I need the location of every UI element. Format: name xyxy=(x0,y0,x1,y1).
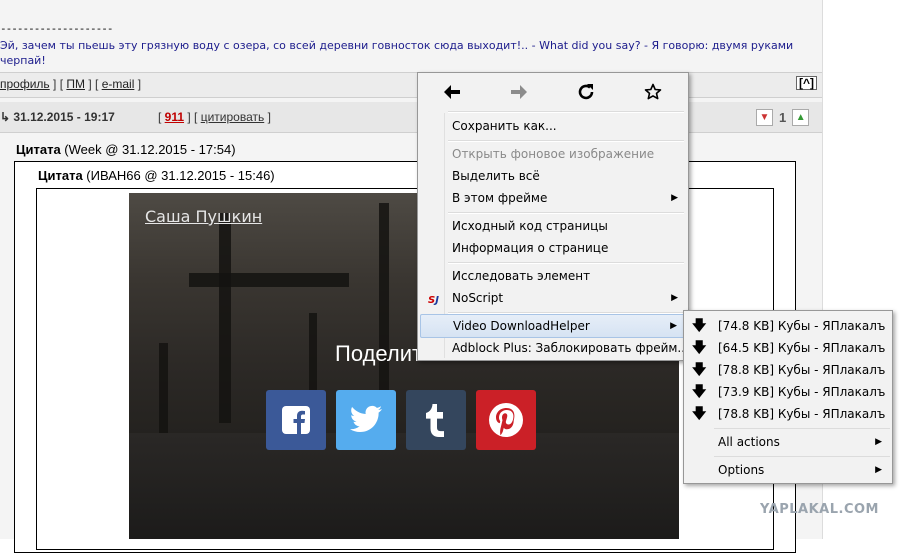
submenu-arrow-icon: ▶ xyxy=(875,437,882,447)
signature-separator: -------------------- xyxy=(0,22,113,35)
pinterest-share-button[interactable] xyxy=(476,390,536,450)
menu-item-noscript[interactable]: SJ NoScript ▶ xyxy=(420,287,686,309)
post-header: ↳ 31.12.2015 - 19:17 [ 911 ] [ цитироват… xyxy=(0,102,822,133)
user-links: профиль ] [ ПМ ] [ e-mail ] xyxy=(0,77,142,91)
post-number-link[interactable]: 911 xyxy=(165,110,184,124)
download-item[interactable]: 🡇 [64.5 KB] Кубы - ЯПлакалъ xyxy=(686,337,890,359)
menu-item-video-downloadhelper[interactable]: Video DownloadHelper ▶ xyxy=(420,314,686,338)
menu-item-options[interactable]: Options ▶ xyxy=(686,459,890,481)
download-arrow-icon: 🡇 xyxy=(692,340,707,356)
reload-button[interactable] xyxy=(552,73,619,111)
post-rating: ▼ 1 ▲ xyxy=(756,109,810,126)
pinterest-icon xyxy=(489,403,523,437)
twitter-icon xyxy=(350,405,382,432)
menu-item-open-bg-image: Открыть фоновое изображение xyxy=(452,147,655,161)
menu-item-view-source[interactable]: Исходный код страницы xyxy=(420,215,686,237)
rating-count: 1 xyxy=(779,110,787,125)
video-author-link[interactable]: Саша Пушкин xyxy=(145,207,262,226)
thumb-up-icon[interactable]: ▲ xyxy=(792,109,810,126)
quote-link[interactable]: цитировать xyxy=(201,110,265,124)
noscript-icon: SJ xyxy=(428,295,439,306)
quote-label-outer: Цитата (Week @ 31.12.2015 - 17:54) xyxy=(16,142,236,157)
facebook-icon xyxy=(282,406,310,434)
site-watermark: YAPLAKAL.COM xyxy=(760,502,879,517)
profile-link[interactable]: профиль xyxy=(0,77,50,91)
back-icon xyxy=(443,85,460,99)
menu-item-select-all[interactable]: Выделить всё xyxy=(420,165,686,187)
menu-item-save-as[interactable]: Сохранить как... xyxy=(420,115,686,137)
bookmark-button[interactable] xyxy=(619,73,686,111)
context-menu: Сохранить как... Открыть фоновое изображ… xyxy=(417,72,689,361)
download-arrow-icon: 🡇 xyxy=(692,318,707,334)
forward-icon xyxy=(510,85,527,99)
back-button[interactable] xyxy=(418,73,485,111)
context-menu-nav xyxy=(418,73,688,111)
post-number: [ 911 ] [ цитировать ] xyxy=(158,110,271,124)
downloadhelper-submenu: 🡇 [74.8 KB] Кубы - ЯПлакалъ 🡇 [64.5 KB] Ку… xyxy=(683,310,893,484)
submenu-arrow-icon: ▶ xyxy=(671,193,678,203)
download-item[interactable]: 🡇 [78.8 KB] Кубы - ЯПлакалъ xyxy=(686,359,890,381)
menu-item-this-frame[interactable]: В этом фрейме ▶ xyxy=(420,187,686,209)
thumb-down-icon[interactable]: ▼ xyxy=(756,109,773,126)
download-arrow-icon: 🡇 xyxy=(692,406,707,422)
download-item[interactable]: 🡇 [73.9 KB] Кубы - ЯПлакалъ xyxy=(686,381,890,403)
email-link[interactable]: e-mail xyxy=(102,77,135,91)
submenu-arrow-icon: ▶ xyxy=(875,465,882,475)
post-date: ↳ 31.12.2015 - 19:17 xyxy=(0,110,115,124)
download-arrow-icon: 🡇 xyxy=(692,384,707,400)
download-arrow-icon: 🡇 xyxy=(692,362,707,378)
download-item[interactable]: 🡇 [78.8 KB] Кубы - ЯПлакалъ xyxy=(686,403,890,425)
post-links-bar: профиль ] [ ПМ ] [ e-mail ] [^] xyxy=(0,72,822,98)
menu-item-inspect-element[interactable]: Исследовать элемент xyxy=(420,265,686,287)
scroll-top-button[interactable]: [^] xyxy=(796,76,818,90)
tumblr-icon xyxy=(426,404,444,437)
share-buttons xyxy=(266,390,536,450)
submenu-arrow-icon: ▶ xyxy=(670,321,677,331)
bookmark-star-icon xyxy=(644,83,661,100)
pm-link[interactable]: ПМ xyxy=(66,77,85,91)
twitter-share-button[interactable] xyxy=(336,390,396,450)
menu-item-adblock-frame[interactable]: Adblock Plus: Заблокировать фрейм... xyxy=(420,337,689,359)
facebook-share-button[interactable] xyxy=(266,390,326,450)
menu-item-all-actions[interactable]: All actions ▶ xyxy=(686,431,890,453)
post-text: Эй, зачем ты пьешь эту грязную воду с оз… xyxy=(0,39,794,67)
download-item[interactable]: 🡇 [74.8 KB] Кубы - ЯПлакалъ xyxy=(686,315,890,337)
tumblr-share-button[interactable] xyxy=(406,390,466,450)
menu-item-page-info[interactable]: Информация о странице xyxy=(420,237,686,259)
quote-label-inner: Цитата (ИВАН66 @ 31.12.2015 - 15:46) xyxy=(38,168,275,183)
submenu-arrow-icon: ▶ xyxy=(671,293,678,303)
reload-icon xyxy=(578,84,593,100)
forward-button[interactable] xyxy=(485,73,552,111)
